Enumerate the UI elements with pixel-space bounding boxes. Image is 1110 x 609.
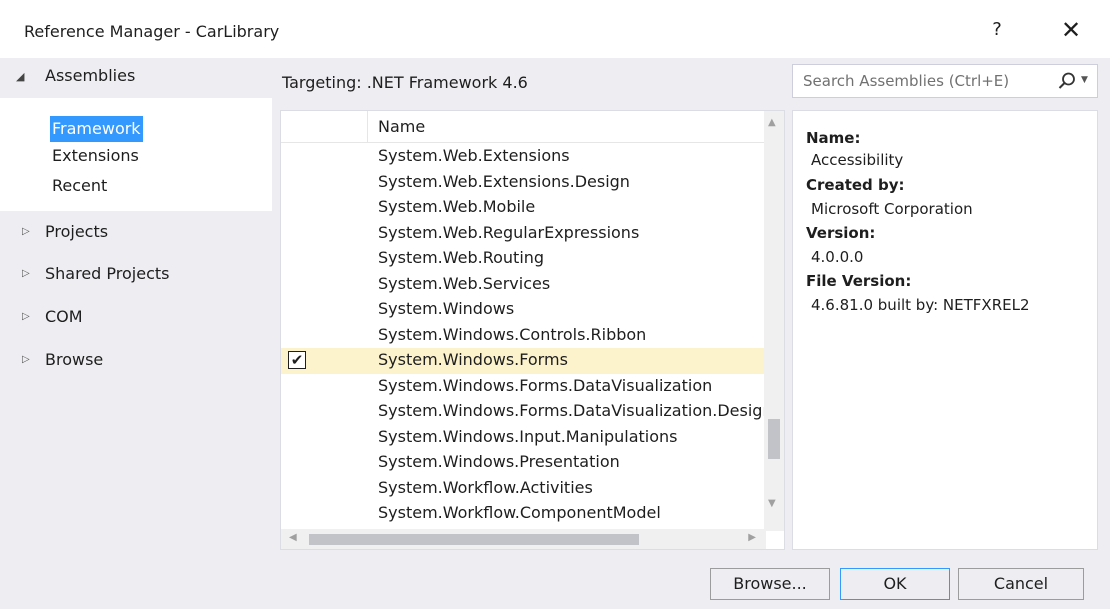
- row-name: System.Windows.Input.Manipulations: [378, 426, 678, 446]
- nav-item-label: Shared Projects: [45, 264, 170, 283]
- collapsed-triangle-icon[interactable]: ▷: [22, 226, 30, 237]
- list-row[interactable]: System.Web.Routing: [281, 246, 766, 272]
- nav-item-shared-projects[interactable]: ▷ Shared Projects: [0, 256, 270, 296]
- name-column-header[interactable]: Name: [378, 117, 425, 136]
- name-value: Accessibility: [811, 151, 904, 169]
- chevron-down-icon[interactable]: ▼: [1081, 75, 1088, 85]
- collapsed-triangle-icon[interactable]: ▷: [22, 268, 30, 279]
- list-row[interactable]: System.Web.Extensions: [281, 144, 766, 170]
- details-pane: Name: Accessibility Created by: Microsof…: [792, 110, 1098, 550]
- nav-item-projects[interactable]: ▷ Projects: [0, 214, 270, 254]
- list-row[interactable]: System.Windows.Controls.Ribbon: [281, 323, 766, 349]
- row-name: System.Windows: [378, 299, 515, 318]
- vertical-scrollbar[interactable]: ▲ ▼: [764, 111, 784, 531]
- row-name: System.Web.Mobile: [378, 197, 536, 216]
- list-row[interactable]: System.Web.RegularExpressions: [281, 221, 766, 247]
- help-button[interactable]: ?: [982, 14, 1012, 46]
- expanded-triangle-icon[interactable]: ◢: [16, 70, 24, 83]
- close-button[interactable]: ✕: [1056, 14, 1086, 46]
- row-name: System.Web.Routing: [378, 248, 545, 267]
- version-value: 4.0.0.0: [811, 248, 864, 266]
- row-name: System.Web.RegularExpressions: [378, 222, 640, 242]
- collapsed-triangle-icon[interactable]: ▷: [22, 311, 30, 322]
- horizontal-scroll-thumb[interactable]: [309, 534, 639, 545]
- ok-button[interactable]: OK: [840, 568, 950, 600]
- scroll-down-arrow-icon[interactable]: ▼: [768, 498, 776, 509]
- nav-item-label: COM: [45, 307, 83, 326]
- list-row[interactable]: System.Web.Services: [281, 272, 766, 298]
- list-row[interactable]: System.Web.Extensions.Design: [281, 170, 766, 196]
- nav-assemblies-label: Assemblies: [45, 66, 136, 85]
- scroll-up-arrow-icon[interactable]: ▲: [768, 117, 776, 128]
- row-name: System.Web.Extensions.Design: [378, 171, 630, 191]
- vertical-scroll-thumb[interactable]: [768, 419, 780, 459]
- browse-button[interactable]: Browse...: [710, 568, 830, 600]
- version-label: Version:: [806, 224, 876, 242]
- window-title: Reference Manager - CarLibrary: [24, 22, 280, 41]
- created-by-label: Created by:: [806, 176, 905, 194]
- search-icon[interactable]: [1057, 71, 1077, 91]
- row-name: System.Web.Extensions: [378, 146, 570, 165]
- file-version-value: 4.6.81.0 built by: NETFXREL2: [811, 296, 1030, 314]
- row-name: System.Windows.Presentation: [378, 452, 620, 471]
- list-row[interactable]: System.Windows.Presentation: [281, 450, 766, 476]
- list-row[interactable]: System.Workflow.ComponentModel: [281, 501, 766, 527]
- list-header: Name: [281, 111, 766, 143]
- row-name: System.Web.Services: [378, 273, 551, 293]
- list-row-selected[interactable]: ✔ System.Windows.Forms: [281, 348, 766, 374]
- nav-item-label: Projects: [45, 222, 109, 241]
- nav-assemblies[interactable]: ◢ Assemblies: [0, 58, 270, 98]
- search-box[interactable]: ▼: [792, 64, 1098, 98]
- nav-item-recent[interactable]: Recent: [52, 173, 107, 199]
- cancel-button[interactable]: Cancel: [958, 568, 1084, 600]
- list-row[interactable]: System.Windows.Forms.DataVisualization.D…: [281, 399, 773, 425]
- row-name: System.Workflow.Activities: [378, 477, 593, 497]
- list-row[interactable]: System.Web.Mobile: [281, 195, 766, 221]
- search-input[interactable]: [793, 65, 1043, 97]
- nav-item-com[interactable]: ▷ COM: [0, 299, 270, 339]
- nav-item-browse[interactable]: ▷ Browse: [0, 342, 270, 382]
- row-name: System.Windows.Controls.Ribbon: [378, 324, 647, 344]
- assembly-list[interactable]: Name System.Web.Extensions System.Web.Ex…: [280, 110, 785, 550]
- title-bar: Reference Manager - CarLibrary ? ✕: [0, 0, 1110, 62]
- targeting-label: Targeting: .NET Framework 4.6: [282, 73, 528, 92]
- list-row[interactable]: System.Windows.Forms.DataVisualization: [281, 374, 766, 400]
- scroll-left-arrow-icon[interactable]: ◀: [289, 532, 297, 543]
- checkbox-column-header[interactable]: [281, 111, 368, 143]
- list-row[interactable]: System.Windows.Input.Manipulations: [281, 425, 766, 451]
- horizontal-scrollbar[interactable]: ◀ ▶: [281, 529, 766, 549]
- row-name: System.Windows.Forms.DataVisualization.D…: [378, 401, 773, 420]
- nav-item-framework[interactable]: Framework: [50, 116, 143, 142]
- nav-item-label: Browse: [45, 350, 104, 369]
- row-name: System.Windows.Forms: [378, 350, 568, 369]
- nav-item-extensions[interactable]: Extensions: [52, 143, 139, 169]
- row-name: System.Workflow.ComponentModel: [378, 503, 661, 522]
- file-version-label: File Version:: [806, 272, 912, 290]
- list-row[interactable]: System.Workflow.Activities: [281, 476, 766, 502]
- row-name: System.Windows.Forms.DataVisualization: [378, 375, 713, 395]
- scroll-right-arrow-icon[interactable]: ▶: [748, 532, 756, 543]
- created-by-value: Microsoft Corporation: [811, 200, 973, 218]
- reference-checkbox[interactable]: ✔: [288, 351, 306, 369]
- nav-assemblies-subitems: Framework Extensions Recent: [0, 98, 272, 211]
- collapsed-triangle-icon[interactable]: ▷: [22, 354, 30, 365]
- name-label: Name:: [806, 129, 861, 147]
- list-row[interactable]: System.Windows: [281, 297, 766, 323]
